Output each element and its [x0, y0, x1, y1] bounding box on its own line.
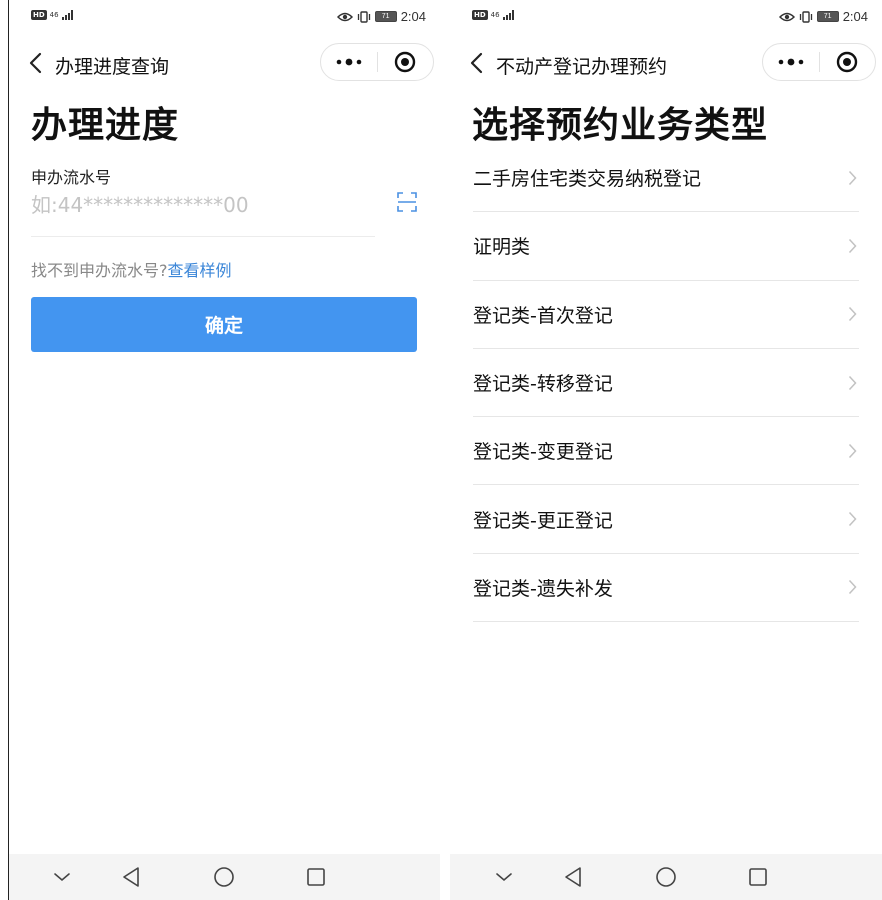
- clock: 2:04: [400, 9, 426, 24]
- circle-home-icon: [214, 867, 234, 887]
- chevron-right-icon: [848, 307, 857, 322]
- battery-icon: 71: [816, 11, 839, 22]
- list-item-label: 二手房住宅类交易纳税登记: [473, 168, 702, 191]
- more-button[interactable]: [321, 44, 377, 80]
- triangle-back-icon: [565, 867, 581, 887]
- collapse-button[interactable]: [50, 865, 74, 889]
- back-button[interactable]: [464, 50, 488, 76]
- chevron-down-icon: [54, 873, 70, 882]
- square-recent-icon: [307, 868, 325, 886]
- chevron-right-icon: [848, 443, 857, 458]
- confirm-button[interactable]: 确定: [31, 297, 417, 352]
- chevron-left-icon: [470, 52, 483, 74]
- close-miniprogram-button[interactable]: [378, 44, 434, 80]
- list-item[interactable]: 登记类-转移登记: [473, 349, 859, 418]
- chevron-down-icon: [496, 873, 512, 882]
- miniprogram-capsule: [320, 43, 434, 81]
- list-item-label: 登记类-转移登记: [473, 373, 613, 396]
- nav-bar: 办理进度查询: [9, 42, 440, 86]
- close-miniprogram-button[interactable]: [820, 44, 876, 80]
- eye-comfort-icon: [778, 12, 795, 21]
- nav-bar: 不动产登记办理预约: [450, 42, 882, 86]
- more-button[interactable]: [763, 44, 819, 80]
- scan-frame-icon: [397, 192, 417, 212]
- appointment-type-screen: HD 46 71 2:04 不动产登记办理预约 选择预约业务类型 二手房住宅类交…: [450, 0, 882, 900]
- target-circle-icon: [837, 51, 858, 73]
- collapse-button[interactable]: [492, 865, 516, 889]
- input-underline: [31, 236, 375, 237]
- home-button[interactable]: [654, 865, 678, 889]
- progress-query-screen: HD 46 71 2:04 办理进度查询 办理进度 申办流水号 如:44****…: [8, 0, 440, 900]
- list-item[interactable]: 证明类: [473, 212, 859, 281]
- scan-button[interactable]: [395, 190, 419, 214]
- chevron-left-icon: [29, 52, 42, 74]
- list-item[interactable]: 登记类-首次登记: [473, 281, 859, 349]
- list-item[interactable]: 登记类-变更登记: [473, 417, 859, 486]
- system-back-button[interactable]: [119, 865, 143, 889]
- list-item[interactable]: 二手房住宅类交易纳税登记: [473, 144, 859, 213]
- list-item-label: 登记类-遗失补发: [473, 577, 613, 600]
- target-circle-icon: [395, 51, 416, 73]
- list-item-label: 登记类-更正登记: [473, 509, 613, 532]
- chevron-right-icon: [848, 512, 857, 527]
- clock: 2:04: [842, 9, 868, 24]
- list-item[interactable]: 登记类-更正登记: [473, 485, 859, 554]
- network-type: 46: [49, 11, 59, 19]
- vibrate-icon: [357, 10, 370, 23]
- square-recent-icon: [749, 868, 767, 886]
- list-item-label: 登记类-首次登记: [473, 304, 613, 327]
- chevron-right-icon: [848, 170, 857, 185]
- home-button[interactable]: [212, 865, 236, 889]
- system-nav-bar: [9, 854, 440, 900]
- business-type-list: 二手房住宅类交易纳税登记 证明类 登记类-首次登记 登记类-转移登记 登记类-变…: [473, 144, 859, 623]
- view-example-link[interactable]: 查看样例: [168, 261, 232, 280]
- hint-row: 找不到申办流水号?查看样例: [31, 257, 232, 281]
- nav-title: 办理进度查询: [55, 56, 170, 78]
- hd-badge: HD: [31, 10, 47, 20]
- battery-icon: 71: [374, 11, 397, 22]
- hd-badge: HD: [472, 10, 488, 20]
- triangle-back-icon: [123, 867, 139, 887]
- list-item[interactable]: 登记类-遗失补发: [473, 554, 859, 623]
- network-type: 46: [490, 11, 500, 19]
- nav-title: 不动产登记办理预约: [496, 56, 668, 78]
- vibrate-icon: [799, 10, 812, 23]
- system-nav-bar: [450, 854, 882, 900]
- page-title: 办理进度: [31, 105, 180, 146]
- chevron-right-icon: [848, 375, 857, 390]
- status-bar: HD 46 71 2:04: [9, 0, 440, 36]
- back-button[interactable]: [23, 50, 47, 76]
- miniprogram-capsule: [762, 43, 876, 81]
- signal-icon: [61, 10, 73, 20]
- chevron-right-icon: [848, 238, 857, 253]
- recent-apps-button[interactable]: [304, 865, 328, 889]
- circle-home-icon: [656, 867, 676, 887]
- signal-icon: [502, 10, 514, 20]
- serial-number-label: 申办流水号: [31, 168, 112, 187]
- status-bar: HD 46 71 2:04: [450, 0, 882, 36]
- recent-apps-button[interactable]: [746, 865, 770, 889]
- eye-comfort-icon: [336, 12, 353, 21]
- list-item-label: 登记类-变更登记: [473, 441, 613, 464]
- more-dots-icon: [778, 58, 804, 66]
- system-back-button[interactable]: [561, 865, 585, 889]
- more-dots-icon: [336, 58, 362, 66]
- list-item-label: 证明类: [473, 236, 531, 259]
- hint-text: 找不到申办流水号?: [31, 261, 168, 280]
- chevron-right-icon: [848, 580, 857, 595]
- serial-number-input[interactable]: [31, 190, 375, 220]
- page-title: 选择预约业务类型: [472, 105, 769, 146]
